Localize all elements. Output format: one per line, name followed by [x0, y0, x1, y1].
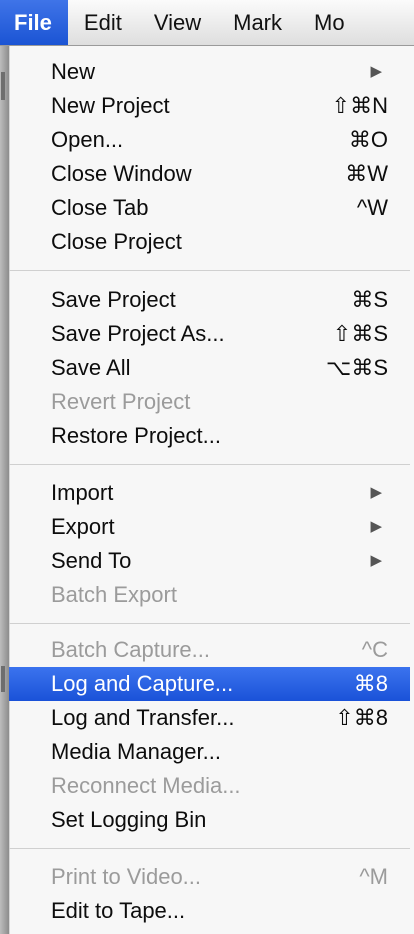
menu-item-media-manager[interactable]: Media Manager...	[9, 735, 410, 769]
menu-item-label: Batch Export	[51, 582, 177, 607]
menu-item-shortcut: ⇧⌘N	[331, 93, 388, 118]
menu-item-import[interactable]: Import ▶	[9, 476, 410, 510]
menu-item-label: Open...	[51, 127, 124, 152]
submenu-arrow-icon: ▶	[370, 552, 382, 569]
menu-item-label: Reconnect Media...	[51, 773, 241, 798]
menu-separator	[9, 848, 410, 849]
menu-item-label: Log and Capture...	[51, 671, 234, 696]
menu-item-send-to[interactable]: Send To ▶	[9, 544, 410, 578]
menu-item-shortcut: ^W	[356, 195, 388, 220]
menu-item-new[interactable]: New ▶	[9, 55, 410, 89]
background-window-edge	[0, 46, 9, 934]
menu-item-save-project[interactable]: Save Project ⌘S	[9, 283, 410, 317]
menu-item-close-tab[interactable]: Close Tab ^W	[9, 191, 410, 225]
menu-item-export[interactable]: Export ▶	[9, 510, 410, 544]
menu-separator	[9, 623, 410, 624]
menu-item-shortcut: ⇧⌘S	[332, 321, 388, 346]
menu-item-label: Import	[51, 480, 114, 505]
menu-item-shortcut: ^C	[361, 637, 388, 662]
menu-item-restore-project[interactable]: Restore Project...	[9, 419, 410, 453]
menu-item-open[interactable]: Open... ⌘O	[9, 123, 410, 157]
submenu-arrow-icon: ▶	[370, 484, 382, 501]
submenu-arrow-icon: ▶	[370, 518, 382, 535]
menu-item-log-and-capture[interactable]: Log and Capture... ⌘8	[9, 667, 410, 701]
menu-item-label: New	[51, 59, 96, 84]
menu-item-batch-export: Batch Export	[9, 578, 410, 612]
menu-item-label: Media Manager...	[51, 739, 221, 764]
file-menu-dropdown: New ▶ New Project ⇧⌘N Open... ⌘O Close W…	[9, 46, 414, 934]
menu-item-label: Save Project As...	[51, 321, 225, 346]
menu-item-label: New Project	[51, 93, 170, 118]
menu-view[interactable]: View	[138, 0, 217, 45]
menu-item-shortcut: ^M	[359, 864, 388, 889]
menu-item-new-project[interactable]: New Project ⇧⌘N	[9, 89, 410, 123]
menu-item-close-window[interactable]: Close Window ⌘W	[9, 157, 410, 191]
menu-item-edit-to-tape[interactable]: Edit to Tape...	[9, 894, 410, 928]
menu-item-shortcut: ⌘8	[353, 671, 388, 696]
menu-item-label: Batch Capture...	[51, 637, 210, 662]
menu-item-label: Print to Video...	[51, 864, 202, 889]
menu-item-label: Restore Project...	[51, 423, 221, 448]
menu-separator	[9, 464, 410, 465]
menu-item-label: Close Project	[51, 229, 182, 254]
menu-item-label: Revert Project	[51, 389, 191, 414]
menu-item-batch-capture: Batch Capture... ^C	[9, 633, 410, 667]
menu-item-label: Close Window	[51, 161, 192, 186]
menu-item-label: Save Project	[51, 287, 176, 312]
menu-item-label: Save All	[51, 355, 131, 380]
menu-item-label: Set Logging Bin	[51, 807, 207, 832]
menu-item-shortcut: ⌥⌘S	[325, 355, 388, 380]
menu-item-label: Export	[51, 514, 115, 539]
menu-item-shortcut: ⇧⌘8	[335, 705, 388, 730]
submenu-arrow-icon: ▶	[370, 63, 382, 80]
menu-item-log-and-transfer[interactable]: Log and Transfer... ⇧⌘8	[9, 701, 410, 735]
menu-item-label: Log and Transfer...	[51, 705, 235, 730]
screen: File Edit View Mark Mo New ▶ New Project…	[0, 0, 414, 934]
menu-separator	[9, 270, 410, 271]
menu-item-label: Edit to Tape...	[51, 898, 186, 923]
menu-item-set-logging-bin[interactable]: Set Logging Bin	[9, 803, 410, 837]
menu-bar: File Edit View Mark Mo	[0, 0, 414, 46]
menu-item-close-project[interactable]: Close Project	[9, 225, 410, 259]
menu-edit[interactable]: Edit	[68, 0, 138, 45]
menu-item-print-to-video: Print to Video... ^M	[9, 860, 410, 894]
menu-file[interactable]: File	[0, 0, 68, 45]
menu-item-revert-project: Revert Project	[9, 385, 410, 419]
menu-item-save-project-as[interactable]: Save Project As... ⇧⌘S	[9, 317, 410, 351]
menu-item-save-all[interactable]: Save All ⌥⌘S	[9, 351, 410, 385]
window-edge-mark	[1, 72, 5, 100]
menu-item-label: Close Tab	[51, 195, 149, 220]
menu-item-label: Send To	[51, 548, 132, 573]
menu-item-shortcut: ⌘O	[348, 127, 388, 152]
menu-modify[interactable]: Mo	[298, 0, 361, 45]
menu-item-shortcut: ⌘W	[345, 161, 388, 186]
menu-mark[interactable]: Mark	[217, 0, 298, 45]
menu-item-reconnect-media: Reconnect Media...	[9, 769, 410, 803]
window-edge-mark	[1, 666, 5, 692]
menu-item-shortcut: ⌘S	[351, 287, 388, 312]
